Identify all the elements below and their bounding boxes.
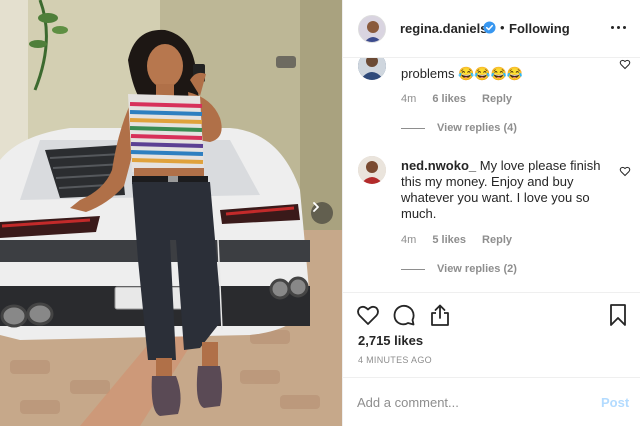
comment-age: 4m bbox=[401, 234, 417, 246]
comment-meta: 4m 5 likes Reply bbox=[401, 234, 512, 246]
view-replies-label: View replies (4) bbox=[437, 122, 517, 134]
following-button[interactable]: Following bbox=[509, 21, 570, 36]
share-icon[interactable] bbox=[428, 303, 452, 327]
post-actions: 2,715 likes 4 MINUTES AGO Post bbox=[343, 292, 640, 426]
comment-input[interactable] bbox=[357, 393, 587, 411]
comment-reply-button[interactable]: Reply bbox=[482, 93, 512, 105]
more-options-button[interactable] bbox=[609, 18, 629, 36]
comment-like-heart-icon[interactable] bbox=[619, 165, 631, 177]
post-timestamp[interactable]: 4 MINUTES AGO bbox=[358, 355, 432, 365]
replies-divider bbox=[401, 127, 425, 129]
comment-age: 4m bbox=[401, 93, 417, 105]
view-replies-button[interactable]: View replies (4) bbox=[401, 122, 517, 134]
comment-reply-button[interactable]: Reply bbox=[482, 234, 512, 246]
add-comment-bar: Post bbox=[343, 377, 640, 426]
comment-like-heart-icon[interactable] bbox=[619, 58, 631, 70]
author-avatar[interactable] bbox=[358, 15, 386, 43]
author-username[interactable]: regina.daniels bbox=[400, 21, 487, 36]
header-separator: • bbox=[500, 20, 505, 35]
replies-divider bbox=[401, 268, 425, 270]
comment-text: ned.nwoko_ My love please finish this my… bbox=[401, 158, 615, 222]
post-side-panel: regina.daniels • Following problems 😂😂😂😂… bbox=[342, 0, 640, 426]
comment-likes[interactable]: 6 likes bbox=[432, 93, 466, 105]
comment-icon[interactable] bbox=[392, 303, 416, 327]
avatar-portrait bbox=[359, 16, 385, 42]
view-replies-label: View replies (2) bbox=[437, 263, 517, 275]
comment-meta: 4m 6 likes Reply bbox=[401, 93, 512, 105]
avatar-portrait bbox=[358, 58, 386, 80]
next-photo-button[interactable] bbox=[311, 202, 333, 224]
chevron-right-icon bbox=[313, 202, 319, 212]
post-photo bbox=[0, 0, 342, 426]
commenter-avatar[interactable] bbox=[358, 156, 386, 184]
comment-body: problems 😂😂😂😂 bbox=[401, 66, 523, 81]
heart-icon[interactable] bbox=[356, 303, 380, 327]
comment-likes[interactable]: 5 likes bbox=[432, 234, 466, 246]
post-likes-count[interactable]: 2,715 likes bbox=[358, 333, 423, 348]
post-comment-button[interactable]: Post bbox=[601, 395, 629, 410]
comments-list[interactable]: problems 😂😂😂😂 4m 6 likes Reply View repl… bbox=[343, 58, 640, 292]
comment-text: problems 😂😂😂😂 bbox=[401, 66, 611, 82]
post-photo-illustration bbox=[0, 0, 342, 426]
verified-badge-icon bbox=[483, 21, 496, 34]
comment-username[interactable]: ned.nwoko_ bbox=[401, 158, 476, 173]
instagram-post-view: regina.daniels • Following problems 😂😂😂😂… bbox=[0, 0, 640, 426]
avatar-portrait bbox=[358, 156, 386, 184]
view-replies-button[interactable]: View replies (2) bbox=[401, 263, 517, 275]
post-header: regina.daniels • Following bbox=[343, 0, 640, 58]
commenter-avatar[interactable] bbox=[358, 58, 386, 80]
bookmark-icon[interactable] bbox=[606, 303, 630, 327]
